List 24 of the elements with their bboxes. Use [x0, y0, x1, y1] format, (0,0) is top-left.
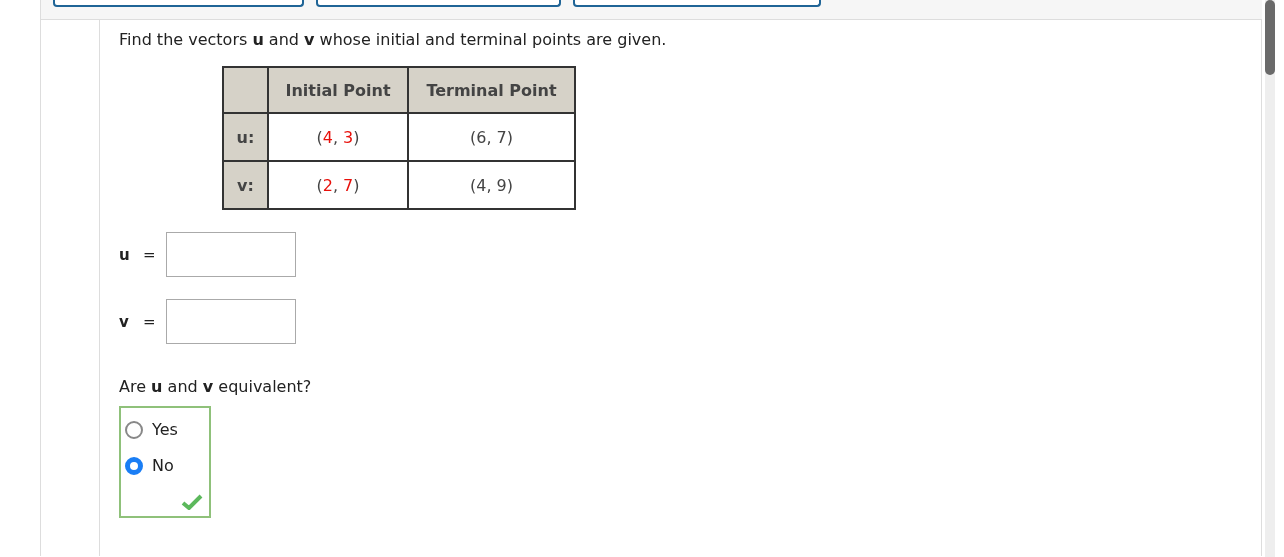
vector-label: v — [119, 312, 130, 331]
row-label: u: — [223, 113, 268, 161]
table-cell: (2, 7) — [268, 161, 408, 209]
instruction-text: Find the vectors u and v whose initial and terminal points are given. — [119, 30, 668, 49]
button-edge[interactable] — [53, 0, 304, 7]
table-cell: (4, 9) — [408, 161, 575, 209]
table-cell: (6, 7) — [408, 113, 575, 161]
radio-button[interactable] — [125, 456, 143, 475]
radio-button[interactable] — [125, 420, 143, 439]
button-edge[interactable] — [573, 0, 821, 7]
scrollbar[interactable] — [1265, 0, 1275, 557]
vector-label: u — [119, 245, 131, 264]
column-header: Initial Point — [268, 67, 408, 113]
button-edge[interactable] — [316, 0, 561, 7]
radio-option[interactable]: No — [125, 453, 174, 478]
equals-sign: = — [143, 312, 157, 331]
radio-option[interactable]: Yes — [125, 417, 178, 442]
equals-sign: = — [143, 245, 157, 264]
question-text: Are u and v equivalent? — [119, 377, 313, 396]
answer-field[interactable] — [166, 232, 296, 277]
column-header: Terminal Point — [408, 67, 575, 113]
answer-field[interactable] — [166, 299, 296, 344]
table-cell: (4, 3) — [268, 113, 408, 161]
row-label: v: — [223, 161, 268, 209]
